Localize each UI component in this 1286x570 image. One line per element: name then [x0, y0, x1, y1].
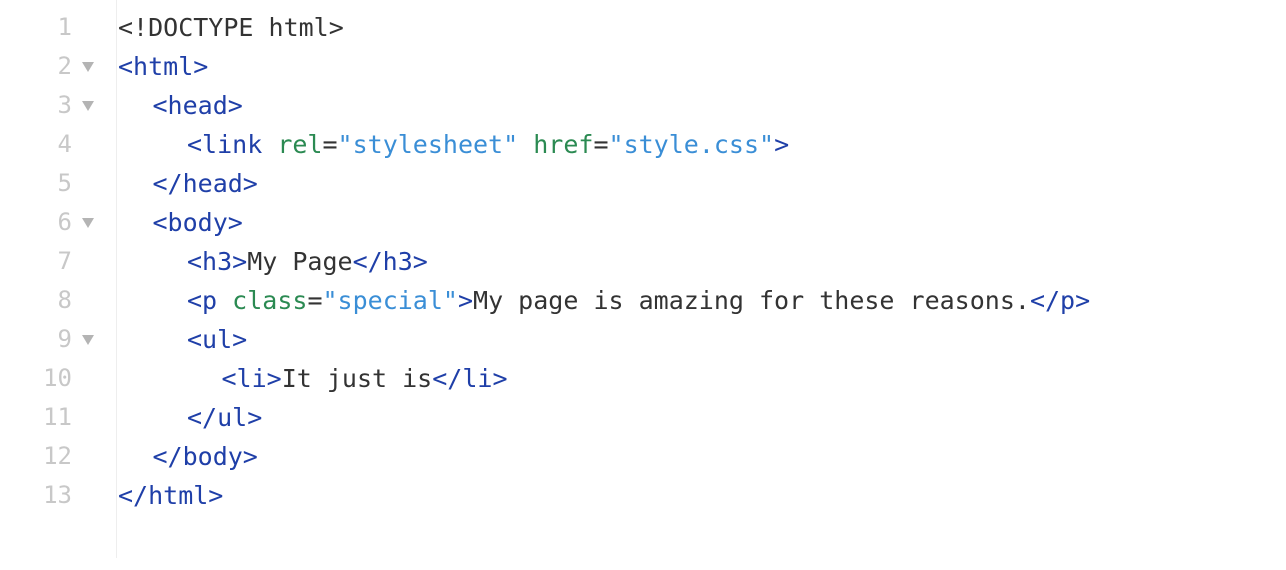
gutter-row: 3: [0, 86, 116, 125]
code-token-tag: </li>: [432, 364, 508, 393]
code-line[interactable]: <head>: [153, 86, 243, 125]
fold-arrow-icon[interactable]: [82, 218, 94, 228]
code-line[interactable]: </ul>: [187, 398, 262, 437]
code-token-tag: </html>: [118, 481, 224, 510]
code-token-tag: </body>: [152, 442, 258, 471]
gutter-row: 6: [0, 203, 116, 242]
code-token-tag: </p>: [1029, 286, 1091, 315]
gutter-row: 13: [0, 476, 116, 515]
code-token-tag: </h3>: [352, 247, 428, 276]
code-token-text: My page is amazing for these reasons.: [473, 286, 1030, 315]
gutter-row: 2: [0, 47, 116, 86]
code-token-tag: </head>: [152, 169, 258, 198]
code-token-punctuation: =: [307, 286, 323, 315]
code-line[interactable]: <h3>My Page</h3>: [187, 242, 428, 281]
gutter-row: 7: [0, 242, 116, 281]
gutter-row: 12: [0, 437, 116, 476]
line-number: 5: [57, 169, 72, 197]
gutter-row: 11: [0, 398, 116, 437]
code-token-tag: >: [457, 286, 474, 315]
code-token-tag: >: [774, 130, 790, 159]
line-number: 13: [43, 481, 72, 509]
gutter-row: 4: [0, 125, 116, 164]
code-token-punctuation: =: [322, 130, 338, 159]
code-line[interactable]: <!DOCTYPE html>: [118, 8, 344, 47]
code-token-value: "stylesheet": [337, 130, 519, 159]
code-line[interactable]: <link rel="stylesheet" href="style.css">: [187, 125, 789, 164]
gutter-row: 5: [0, 164, 116, 203]
code-line[interactable]: <p class="special">My page is amazing fo…: [187, 281, 1090, 320]
code-line[interactable]: <ul>: [187, 320, 247, 359]
gutter-row: 9: [0, 320, 116, 359]
code-line[interactable]: </head>: [153, 164, 258, 203]
code-line[interactable]: </html>: [118, 476, 223, 515]
code-token-attribute: class: [232, 286, 308, 315]
gutter-row: 8: [0, 281, 116, 320]
line-number: 4: [57, 130, 72, 158]
fold-arrow-icon[interactable]: [82, 62, 94, 72]
line-number: 6: [57, 208, 72, 236]
code-token-tag: <li>: [221, 364, 282, 393]
line-number: 3: [57, 91, 72, 119]
line-number: 12: [43, 442, 72, 470]
code-token-tag: <head>: [152, 91, 243, 120]
line-number-gutter: 1 2 3 4 5 6 7 8 9 10 11 12 13: [0, 0, 117, 558]
code-token-value: "special": [322, 286, 458, 315]
code-line[interactable]: <html>: [118, 47, 208, 86]
code-token-tag: <body>: [152, 208, 243, 237]
line-number: 1: [57, 13, 72, 41]
code-token-tag: <ul>: [187, 325, 248, 354]
gutter-row: 1: [0, 8, 116, 47]
code-token-text: My Page: [247, 247, 353, 276]
code-token-value: "style.css": [608, 130, 775, 159]
fold-arrow-icon[interactable]: [82, 335, 94, 345]
code-line[interactable]: </body>: [153, 437, 258, 476]
code-token-attribute: rel: [277, 130, 323, 159]
gutter-row: 10: [0, 359, 116, 398]
line-number: 11: [43, 403, 72, 431]
line-number: 7: [57, 247, 72, 275]
code-line[interactable]: <body>: [153, 203, 243, 242]
line-number: 10: [43, 364, 72, 392]
code-token-punctuation: =: [593, 130, 609, 159]
code-token-tag: </ul>: [187, 403, 263, 432]
code-token-text: <!DOCTYPE html>: [118, 13, 344, 42]
code-editor[interactable]: 1 2 3 4 5 6 7 8 9 10 11 12 13 <!DOCTYPE html> <html> <…: [0, 0, 1286, 570]
code-token-tag: <p: [187, 286, 218, 315]
code-token-attribute: href: [533, 130, 594, 159]
fold-arrow-icon[interactable]: [82, 101, 94, 111]
code-token-tag: <h3>: [187, 247, 248, 276]
code-token-tag: <link: [187, 130, 263, 159]
code-token-text: It just is: [281, 364, 433, 393]
line-number: 8: [57, 286, 72, 314]
line-number: 9: [57, 325, 72, 353]
code-line[interactable]: <li>It just is</li>: [222, 359, 508, 398]
line-number: 2: [57, 52, 72, 80]
code-token-tag: <html>: [118, 52, 209, 81]
